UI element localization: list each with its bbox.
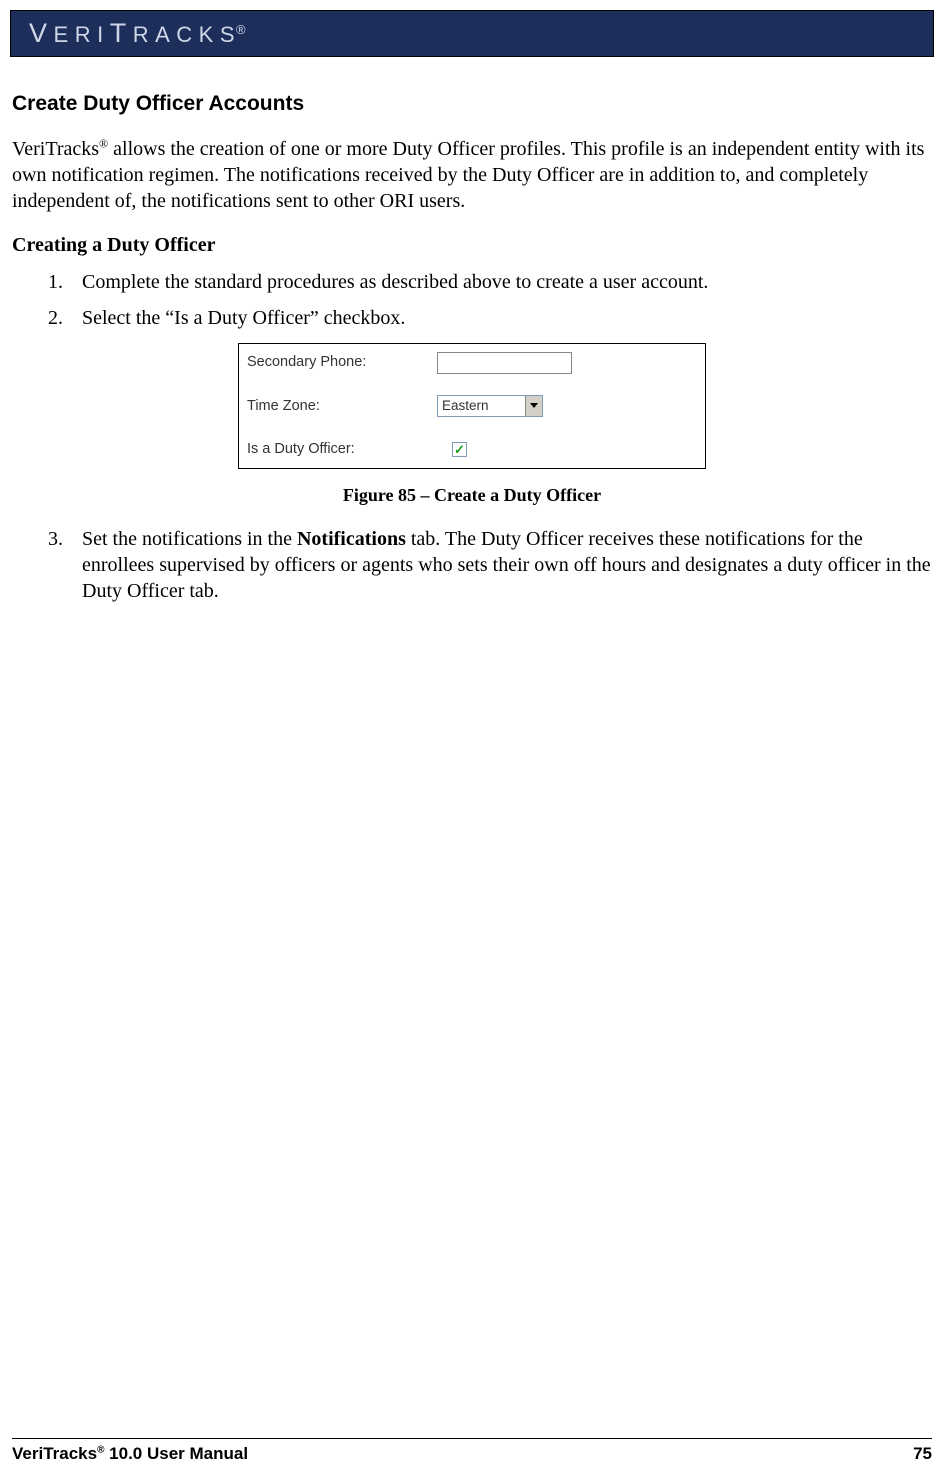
step-item: 1. Complete the standard procedures as d…: [48, 269, 932, 295]
step-text: Select the “Is a Duty Officer” checkbox.: [82, 305, 932, 331]
footer-rule: [12, 1438, 932, 1439]
page-content: Create Duty Officer Accounts VeriTracks®…: [12, 90, 932, 614]
form-row-secondary-phone: Secondary Phone:: [239, 344, 705, 381]
section-heading: Create Duty Officer Accounts: [12, 90, 932, 118]
step-text: Complete the standard procedures as desc…: [82, 269, 932, 295]
form-screenshot: Secondary Phone: Time Zone: Eastern Is a…: [238, 343, 706, 469]
intro-paragraph: VeriTracks® allows the creation of one o…: [12, 136, 932, 214]
time-zone-value: Eastern: [438, 397, 525, 415]
steps-list-continued: 3. Set the notifications in the Notifica…: [12, 526, 932, 604]
form-row-duty-officer: Is a Duty Officer: ✓: [239, 431, 705, 468]
chevron-down-icon: [525, 396, 542, 416]
step-item: 2. Select the “Is a Duty Officer” checkb…: [48, 305, 932, 331]
time-zone-select[interactable]: Eastern: [437, 395, 543, 417]
brand-logo: VERITRACKS®: [29, 15, 246, 51]
time-zone-label: Time Zone:: [247, 397, 437, 417]
step-text: Set the notifications in the Notificatio…: [82, 526, 932, 604]
form-row-time-zone: Time Zone: Eastern: [239, 381, 705, 431]
duty-officer-checkbox[interactable]: ✓: [452, 442, 467, 457]
sub-heading: Creating a Duty Officer: [12, 232, 932, 259]
step-number: 3.: [48, 526, 82, 604]
header-bar: VERITRACKS®: [10, 10, 934, 57]
page-number: 75: [913, 1443, 932, 1466]
figure-caption: Figure 85 – Create a Duty Officer: [12, 483, 932, 507]
check-icon: ✓: [454, 443, 465, 456]
duty-officer-label: Is a Duty Officer:: [247, 440, 437, 460]
figure-container: Secondary Phone: Time Zone: Eastern Is a…: [12, 343, 932, 469]
secondary-phone-label: Secondary Phone:: [247, 353, 437, 373]
step-number: 2.: [48, 305, 82, 331]
footer-title: VeriTracks® 10.0 User Manual: [12, 1443, 248, 1466]
step-item: 3. Set the notifications in the Notifica…: [48, 526, 932, 604]
page-footer: VeriTracks® 10.0 User Manual 75: [12, 1438, 932, 1466]
step-number: 1.: [48, 269, 82, 295]
steps-list: 1. Complete the standard procedures as d…: [12, 269, 932, 331]
secondary-phone-input[interactable]: [437, 352, 572, 374]
